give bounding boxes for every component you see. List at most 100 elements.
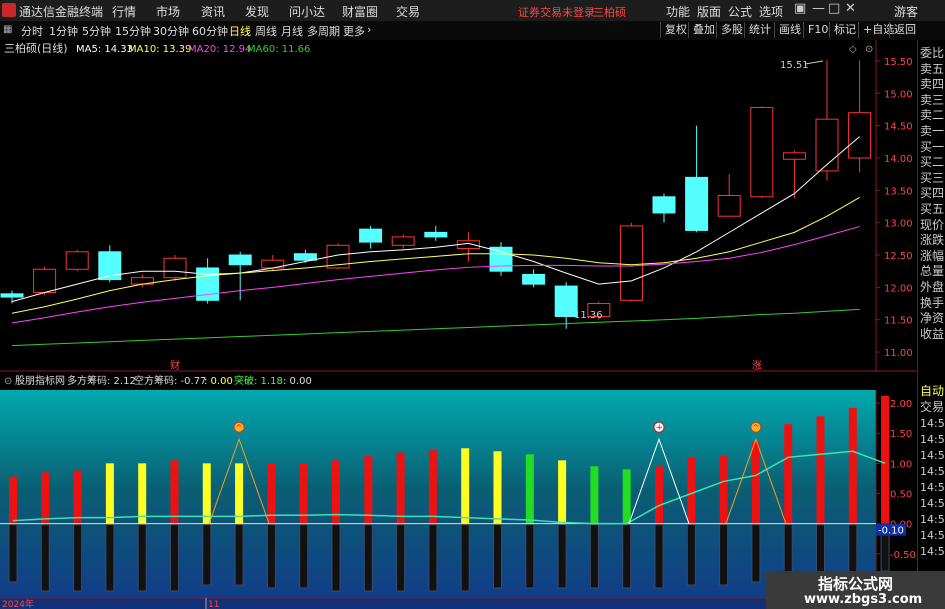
neg-bar xyxy=(557,524,567,589)
candlestick-chart[interactable]: 15.50 15.00 14.50 14.00 13.50 13.00 12.50 12.00… xyxy=(0,40,917,372)
f10-button[interactable]: F10 xyxy=(803,22,832,38)
neg-bar xyxy=(816,524,825,577)
quote-panel-label: 总量 xyxy=(920,264,945,279)
maximize-icon[interactable]: □ xyxy=(828,1,840,16)
rise-marker[interactable]: 涨 xyxy=(752,360,762,372)
ind-label: 1.00 xyxy=(890,459,912,470)
period-1min[interactable]: 1分钟 xyxy=(49,23,78,39)
period-weekly[interactable]: 周线 xyxy=(255,23,277,39)
quote-panel-label: 14:56 xyxy=(920,481,945,494)
tongji-button[interactable]: 统计 xyxy=(744,22,775,38)
candle-body xyxy=(228,254,252,266)
quote-panel-label: 涨跌 xyxy=(920,233,945,248)
menubar: 通达信金融终端 行情 市场 资讯 发现 问小达 财富圈 交易 证券交易未登录 三… xyxy=(0,0,945,22)
kong-label: 空方筹码: -0.77 xyxy=(134,374,206,387)
quote-panel-label: 卖二 xyxy=(920,108,945,123)
period-5min[interactable]: 5分钟 xyxy=(82,23,111,39)
pos-bar xyxy=(461,448,470,524)
candle-body xyxy=(293,253,317,261)
menu-wenxiaoda[interactable]: 问小达 xyxy=(289,3,325,20)
neg-bar xyxy=(202,524,212,586)
quote-panel-label: 14:56 xyxy=(920,449,945,462)
price-label: 14.50 xyxy=(884,122,913,133)
huaxian-button[interactable]: 画线 xyxy=(774,22,805,38)
ma20-label: MA20: 12.94 xyxy=(188,44,251,55)
pos-bar xyxy=(105,463,114,524)
period-multi[interactable]: 多周期 xyxy=(307,23,340,39)
minimize-icon[interactable]: — xyxy=(812,1,825,16)
fuquan-button[interactable]: 复权 xyxy=(660,22,691,38)
quote-panel-label: 卖四 xyxy=(920,77,945,92)
neg-bar xyxy=(170,524,179,592)
neg-bar xyxy=(8,524,18,583)
menu-zixun[interactable]: 资讯 xyxy=(201,3,225,20)
neg-bar xyxy=(428,524,438,592)
menu-hangqing[interactable]: 行情 xyxy=(112,3,136,20)
quote-panel-label: 自动 xyxy=(920,384,945,398)
candle-body xyxy=(391,236,415,246)
grid-icon[interactable]: ▦ xyxy=(3,24,12,35)
skin-icon[interactable]: ▣ xyxy=(794,1,806,16)
menu-faxian[interactable]: 发现 xyxy=(245,3,269,20)
menu-gongneng[interactable]: 功能 xyxy=(666,3,690,20)
pos-bar xyxy=(138,463,147,524)
indicator-name[interactable]: 股朋指标网 xyxy=(15,374,65,387)
candle-body xyxy=(848,112,872,159)
stock-tag[interactable]: 三柏硕 xyxy=(593,4,626,20)
period-60min[interactable]: 60分钟 xyxy=(192,23,228,39)
neg-bar xyxy=(622,524,632,589)
close-icon[interactable]: ✕ xyxy=(845,1,856,16)
candle-body xyxy=(619,225,643,301)
settings-icon[interactable]: ⊙ xyxy=(4,376,12,387)
pos-bar xyxy=(590,466,599,524)
menu-xuanxiang[interactable]: 选项 xyxy=(759,3,783,20)
menu-jiaoyi[interactable]: 交易 xyxy=(396,3,420,20)
pos-bar xyxy=(364,456,373,524)
quote-panel-label: 14:56 xyxy=(920,417,945,430)
quote-panel-label: 换手 xyxy=(920,295,945,310)
pos-bar xyxy=(170,460,179,524)
watermark-url: www.zbgs3.com xyxy=(804,592,923,607)
settings-icon[interactable]: ⊙ xyxy=(865,44,873,55)
pos-bar xyxy=(428,450,437,524)
date-month: 11 xyxy=(208,600,219,609)
menu-banmian[interactable]: 版面 xyxy=(697,3,721,20)
pos-bar xyxy=(848,407,857,524)
period-fenshi[interactable]: 分时 xyxy=(21,23,43,39)
period-monthly[interactable]: 月线 xyxy=(281,23,303,39)
ind-label: -0.50 xyxy=(890,550,916,561)
menu-caifuquan[interactable]: 财富圈 xyxy=(342,3,378,20)
finance-marker[interactable]: 财 xyxy=(170,359,180,372)
back-button[interactable]: 返回 xyxy=(889,22,920,38)
guest-label[interactable]: 游客 xyxy=(894,3,918,20)
period-daily[interactable]: 日线 xyxy=(229,23,251,39)
menu-gongshi[interactable]: 公式 xyxy=(728,3,752,20)
login-notice[interactable]: 证券交易未登录 xyxy=(518,4,595,20)
pos-bar xyxy=(73,470,82,524)
neg-bar xyxy=(525,524,535,589)
ind-label: 1.50 xyxy=(890,429,912,440)
biaoji-button[interactable]: 标记 xyxy=(829,22,860,38)
menu-shichang[interactable]: 市场 xyxy=(156,3,180,20)
period-15min[interactable]: 15分钟 xyxy=(115,23,151,39)
duogu-button[interactable]: 多股 xyxy=(716,22,747,38)
price-label: 15.00 xyxy=(884,89,913,100)
price-label: 12.50 xyxy=(884,251,913,262)
candle-body xyxy=(685,176,709,231)
ma10-label: MA10: 13.39 xyxy=(128,44,191,55)
quote-panel-label: 14:56 xyxy=(920,465,945,478)
chevron-right-icon[interactable]: › xyxy=(367,23,371,36)
period-30min[interactable]: 30分钟 xyxy=(153,23,189,39)
pos-bar xyxy=(9,476,17,524)
diejia-button[interactable]: 叠加 xyxy=(688,22,719,38)
high-annotation: 15.51 xyxy=(780,60,809,71)
candle-body xyxy=(424,231,448,238)
diamond-icon[interactable]: ◇ xyxy=(849,44,857,55)
neg-bar xyxy=(686,524,696,586)
neg-bar xyxy=(848,524,858,574)
candle-body xyxy=(33,268,57,294)
period-more[interactable]: 更多 xyxy=(343,23,365,39)
quote-panel-label: 14:56 xyxy=(920,529,945,542)
neg-bar xyxy=(234,524,244,586)
signal-up-glyph: ^ xyxy=(752,423,759,432)
